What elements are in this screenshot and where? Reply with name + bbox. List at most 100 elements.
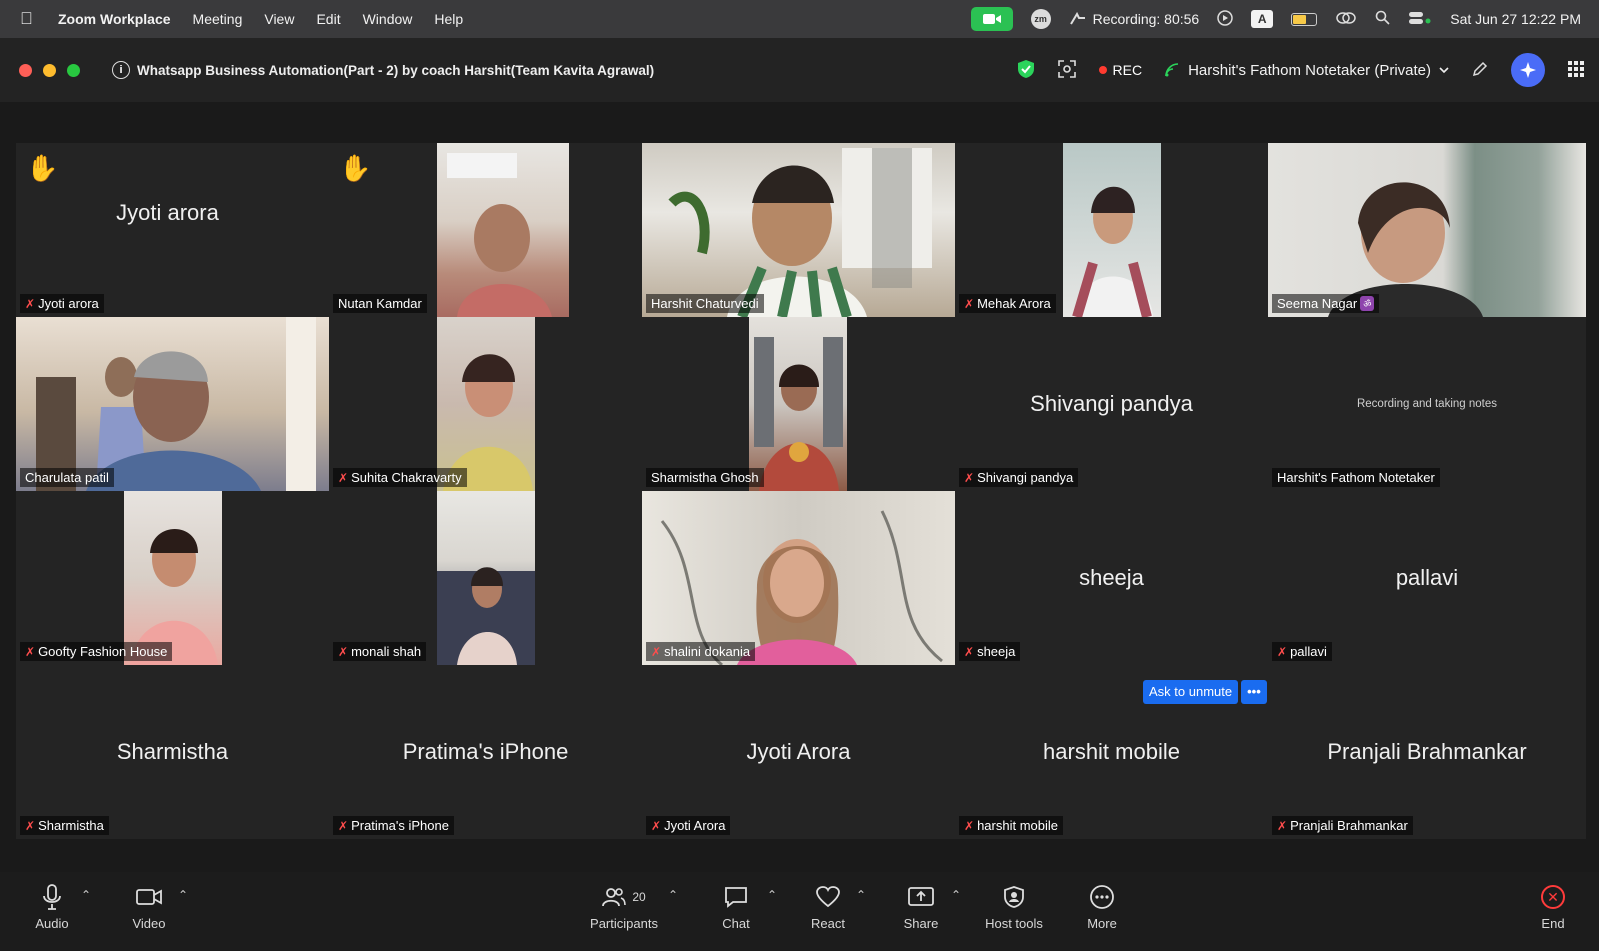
macos-menubar:  Zoom Workplace Meeting View Edit Windo… [0, 0, 1599, 38]
menubar-clock[interactable]: Sat Jun 27 12:22 PM [1450, 11, 1581, 27]
recording-indicator[interactable]: REC [1098, 62, 1143, 78]
participant-tile[interactable]: Sharmistha ✗ Sharmistha [16, 665, 329, 839]
play-icon[interactable] [1217, 9, 1233, 29]
ai-companion-button[interactable] [1511, 53, 1545, 87]
sparkle-icon [1520, 62, 1536, 78]
host-tools-button[interactable]: Host tools [969, 882, 1059, 931]
minimize-window-button[interactable] [43, 63, 56, 77]
participant-video [16, 317, 329, 491]
participant-more-button[interactable]: ••• [1241, 680, 1267, 704]
muted-mic-icon: ✗ [651, 818, 662, 833]
participant-tile[interactable]: Seema Nagar ॐ [1268, 143, 1586, 317]
audio-options-caret-icon[interactable]: ⌃ [81, 888, 91, 902]
screen-mirroring-icon[interactable] [1335, 11, 1357, 28]
participant-name: Mehak Arora [977, 296, 1051, 311]
search-icon[interactable] [1375, 10, 1390, 28]
input-source-icon[interactable]: A [1251, 10, 1274, 28]
participant-nameplate: ✗ Pranjali Brahmankar [1272, 816, 1413, 835]
notetaker-selector[interactable]: Harshit's Fathom Notetaker (Private) [1164, 62, 1449, 79]
muted-mic-icon: ✗ [964, 470, 975, 485]
rec-label: REC [1112, 62, 1143, 78]
gallery-view: ✋ Jyoti arora ✗ Jyoti arora ✋ Nutan Kamda… [16, 143, 1586, 849]
participant-tile[interactable]: ✗ Suhita Chakravarty [329, 317, 642, 491]
more-button[interactable]: More [1057, 882, 1147, 931]
camera-status-icon[interactable] [970, 7, 1013, 31]
participant-tile[interactable]: sheeja ✗ sheeja [955, 491, 1268, 665]
annotate-pencil-icon[interactable] [1471, 60, 1489, 81]
participant-name: Charulata patil [25, 470, 109, 485]
muted-mic-icon: ✗ [1277, 644, 1288, 659]
participant-tile[interactable]: Sharmistha Ghosh [642, 317, 955, 491]
participant-tile[interactable]: Recording and taking notes Harshit's Fat… [1268, 317, 1586, 491]
participant-display-name: Jyoti Arora [746, 739, 851, 764]
participant-tile[interactable]: Pratima's iPhone ✗ Pratima's iPhone [329, 665, 642, 839]
muted-mic-icon: ✗ [964, 644, 975, 659]
muted-mic-icon: ✗ [25, 644, 36, 659]
audio-label: Audio [35, 916, 69, 931]
participant-tile[interactable]: ✗ shalini dokania [642, 491, 955, 665]
participant-nameplate: Harshit Chaturvedi [646, 294, 764, 313]
participant-nameplate: ✗ harshit mobile [959, 816, 1063, 835]
menu-view[interactable]: View [264, 11, 294, 27]
participant-nameplate: ✗ monali shah [333, 642, 427, 661]
meeting-info-icon[interactable]: i [112, 61, 130, 79]
participant-name: Pranjali Brahmankar [1290, 818, 1408, 833]
participant-tile[interactable]: ✗ Mehak Arora [955, 143, 1268, 317]
participant-nameplate: ✗ Goofty Fashion House [20, 642, 173, 661]
share-options-caret-icon[interactable]: ⌃ [951, 888, 961, 902]
participant-video [642, 491, 955, 665]
focus-mode-icon[interactable] [1057, 59, 1077, 82]
end-meeting-button[interactable]: ✕ End [1508, 882, 1598, 931]
participant-nameplate: ✗ Mehak Arora [959, 294, 1056, 313]
ask-to-unmute-button[interactable]: Ask to unmute [1143, 680, 1239, 704]
menu-meeting[interactable]: Meeting [193, 11, 243, 27]
participant-tile[interactable]: ✗ Goofty Fashion House [16, 491, 329, 665]
menu-help[interactable]: Help [434, 11, 463, 27]
video-options-caret-icon[interactable]: ⌃ [178, 888, 188, 902]
control-center-icon[interactable] [1408, 11, 1432, 28]
participant-name: pallavi [1290, 644, 1327, 659]
zoom-status-icon[interactable]: zm [1030, 9, 1051, 29]
participant-name: Sharmistha [38, 818, 104, 833]
participant-name: Suhita Chakravarty [351, 470, 462, 485]
participant-tile[interactable]: Shivangi pandya ✗ Shivangi pandya [955, 317, 1268, 491]
participant-name: Goofty Fashion House [38, 644, 168, 659]
chat-options-caret-icon[interactable]: ⌃ [767, 888, 777, 902]
react-options-caret-icon[interactable]: ⌃ [856, 888, 866, 902]
participant-name: Seema Nagar [1277, 296, 1358, 311]
participant-video [1268, 143, 1586, 317]
participant-tile[interactable]: Charulata patil [16, 317, 329, 491]
zoom-window-button[interactable] [67, 63, 80, 77]
participant-tile[interactable]: Pranjali Brahmankar ✗ Pranjali Brahmankar [1268, 665, 1586, 839]
app-menu[interactable]: Zoom Workplace [58, 11, 171, 27]
apple-icon[interactable]:  [20, 9, 50, 29]
chat-bubble-icon [723, 882, 749, 912]
participant-nameplate: ✗ pallavi [1272, 642, 1332, 661]
encryption-shield-icon[interactable] [1017, 59, 1035, 82]
apps-grid-icon[interactable] [1567, 60, 1585, 81]
notetaker-label: Harshit's Fathom Notetaker (Private) [1188, 61, 1431, 79]
participants-button[interactable]: 20 Participants [579, 882, 669, 931]
notetaker-status: Recording and taking notes [1356, 398, 1497, 410]
menu-edit[interactable]: Edit [316, 11, 340, 27]
participant-video [749, 317, 847, 491]
participant-name: Pratima's iPhone [351, 818, 449, 833]
active-speaker-tile[interactable]: Harshit Chaturvedi [642, 143, 955, 317]
battery-icon[interactable] [1291, 12, 1318, 26]
menu-window[interactable]: Window [363, 11, 413, 27]
participant-name: harshit mobile [977, 818, 1058, 833]
participant-tile[interactable]: ✋ Jyoti arora ✗ Jyoti arora [16, 143, 329, 317]
zoom-titlebar: i Whatsapp Business Automation(Part - 2)… [0, 38, 1599, 102]
participant-tile[interactable]: pallavi ✗ pallavi [1268, 491, 1586, 665]
more-ellipsis-icon [1089, 882, 1115, 912]
participants-label: Participants [590, 916, 658, 931]
participant-tile[interactable]: Jyoti Arora ✗ Jyoti Arora [642, 665, 955, 839]
chat-label: Chat [722, 916, 750, 931]
participant-tile[interactable]: ✗ monali shah [329, 491, 642, 665]
participant-nameplate: Sharmistha Ghosh [646, 468, 764, 487]
participants-options-caret-icon[interactable]: ⌃ [668, 888, 678, 902]
participant-tile[interactable]: ✋ Nutan Kamdar [329, 143, 642, 317]
rec-dot-icon [1098, 66, 1107, 74]
recording-status[interactable]: Recording: 80:56 [1069, 11, 1199, 27]
close-window-button[interactable] [19, 63, 32, 77]
